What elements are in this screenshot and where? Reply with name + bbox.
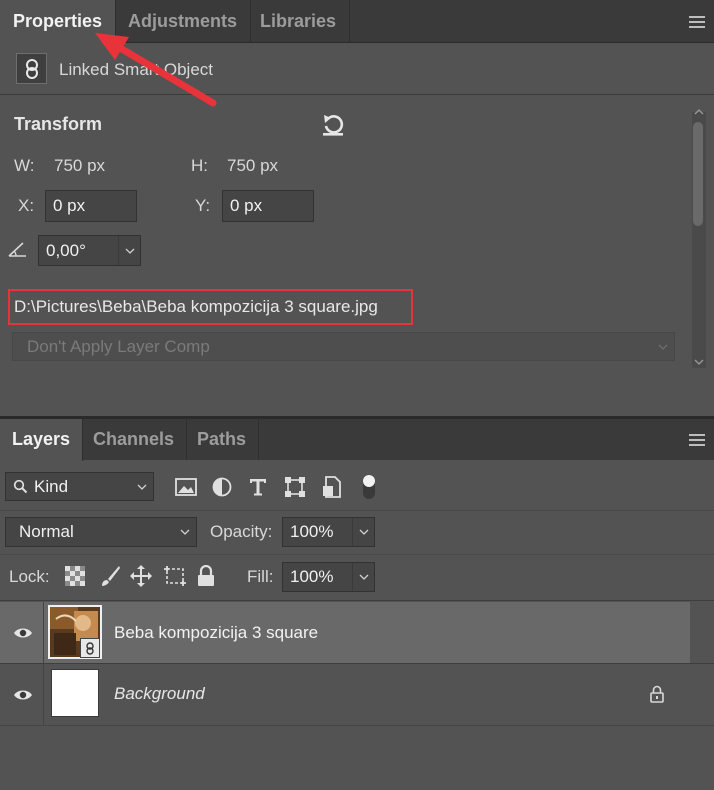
transform-title: Transform — [14, 114, 103, 134]
layer-row-smart-object[interactable] — [0, 602, 690, 663]
chevron-down-icon[interactable] — [352, 518, 374, 546]
layers-menu-icon[interactable] — [689, 434, 705, 446]
pixel-layer-filter-icon[interactable] — [175, 478, 197, 496]
lock-icon — [650, 685, 664, 703]
linked-smart-object-icon — [16, 53, 47, 84]
filter-kind-dropdown[interactable]: Kind — [5, 472, 154, 501]
y-position-value: 0 px — [230, 196, 263, 215]
tab-layers[interactable]: Layers — [0, 419, 84, 461]
width-value: 750 px — [54, 156, 106, 175]
blend-mode-dropdown[interactable]: Normal — [5, 517, 197, 547]
reset-transform-icon[interactable] — [321, 112, 347, 143]
chevron-down-icon — [652, 333, 674, 360]
layer-comp-value: Don't Apply Layer Comp — [27, 336, 210, 356]
width-label: W: — [14, 156, 35, 175]
type-layer-filter-icon[interactable] — [248, 477, 268, 497]
lock-artboard-icon[interactable] — [163, 565, 187, 587]
eye-icon[interactable] — [13, 688, 33, 702]
layer-thumbnail — [51, 669, 99, 717]
filter-kind-value: Kind — [34, 476, 69, 496]
lock-image-pixels-icon[interactable] — [99, 565, 121, 587]
scroll-down-icon[interactable] — [694, 350, 704, 370]
x-position-field[interactable]: 0 px — [45, 190, 137, 222]
fill-label: Fill: — [247, 567, 274, 586]
fill-value: 100% — [290, 567, 334, 586]
lock-position-icon[interactable] — [129, 564, 153, 588]
layer-name[interactable]: Beba kompozicija 3 square — [114, 623, 318, 643]
y-label: Y: — [195, 196, 211, 215]
layers-tab-bar: Layers Channels Paths — [0, 416, 714, 461]
chevron-down-icon[interactable] — [352, 563, 374, 591]
linked-smart-object-badge-icon — [80, 638, 100, 658]
scroll-up-icon[interactable] — [694, 100, 704, 120]
angle-field[interactable]: 0,00° — [38, 235, 141, 266]
chevron-down-icon — [174, 518, 196, 546]
chevron-down-icon — [131, 473, 153, 500]
lock-all-icon[interactable] — [197, 565, 215, 587]
opacity-label: Opacity: — [210, 522, 273, 541]
layer-comp-dropdown[interactable]: Don't Apply Layer Comp — [12, 332, 675, 361]
fill-field[interactable]: 100% — [282, 562, 375, 592]
height-label: H: — [191, 156, 208, 175]
x-position-value: 0 px — [53, 196, 86, 215]
shape-layer-filter-icon[interactable] — [284, 476, 306, 498]
height-value: 750 px — [227, 156, 279, 175]
panel-menu-icon[interactable] — [689, 16, 705, 28]
blend-mode-value: Normal — [19, 522, 74, 541]
linked-file-path: D:\Pictures\Beba\Beba kompozicija 3 squa… — [14, 297, 378, 316]
tab-channels[interactable]: Channels — [81, 419, 188, 460]
scrollbar-thumb[interactable] — [693, 122, 703, 226]
adjustment-layer-filter-icon[interactable] — [212, 477, 232, 497]
layers-empty-area — [0, 726, 714, 790]
divider — [0, 600, 714, 601]
lock-transparent-pixels-icon[interactable] — [65, 566, 85, 586]
eye-icon[interactable] — [13, 626, 33, 640]
divider — [0, 554, 714, 555]
lock-label: Lock: — [9, 567, 50, 586]
search-icon — [13, 479, 28, 494]
tab-paths[interactable]: Paths — [185, 419, 260, 460]
y-position-field[interactable]: 0 px — [222, 190, 314, 222]
annotation-arrow-icon — [95, 33, 217, 107]
chevron-down-icon[interactable] — [118, 236, 140, 265]
filter-toggle-icon[interactable] — [361, 473, 377, 501]
angle-icon — [8, 240, 28, 263]
layer-name[interactable]: Background — [114, 684, 205, 704]
layer-row-background[interactable] — [0, 664, 690, 725]
tab-libraries[interactable]: Libraries — [247, 0, 351, 43]
opacity-field[interactable]: 100% — [282, 517, 375, 547]
angle-value: 0,00° — [46, 240, 86, 260]
divider — [0, 510, 714, 511]
x-label: X: — [18, 196, 35, 215]
opacity-value: 100% — [290, 522, 334, 541]
smart-object-filter-icon[interactable] — [322, 476, 342, 498]
